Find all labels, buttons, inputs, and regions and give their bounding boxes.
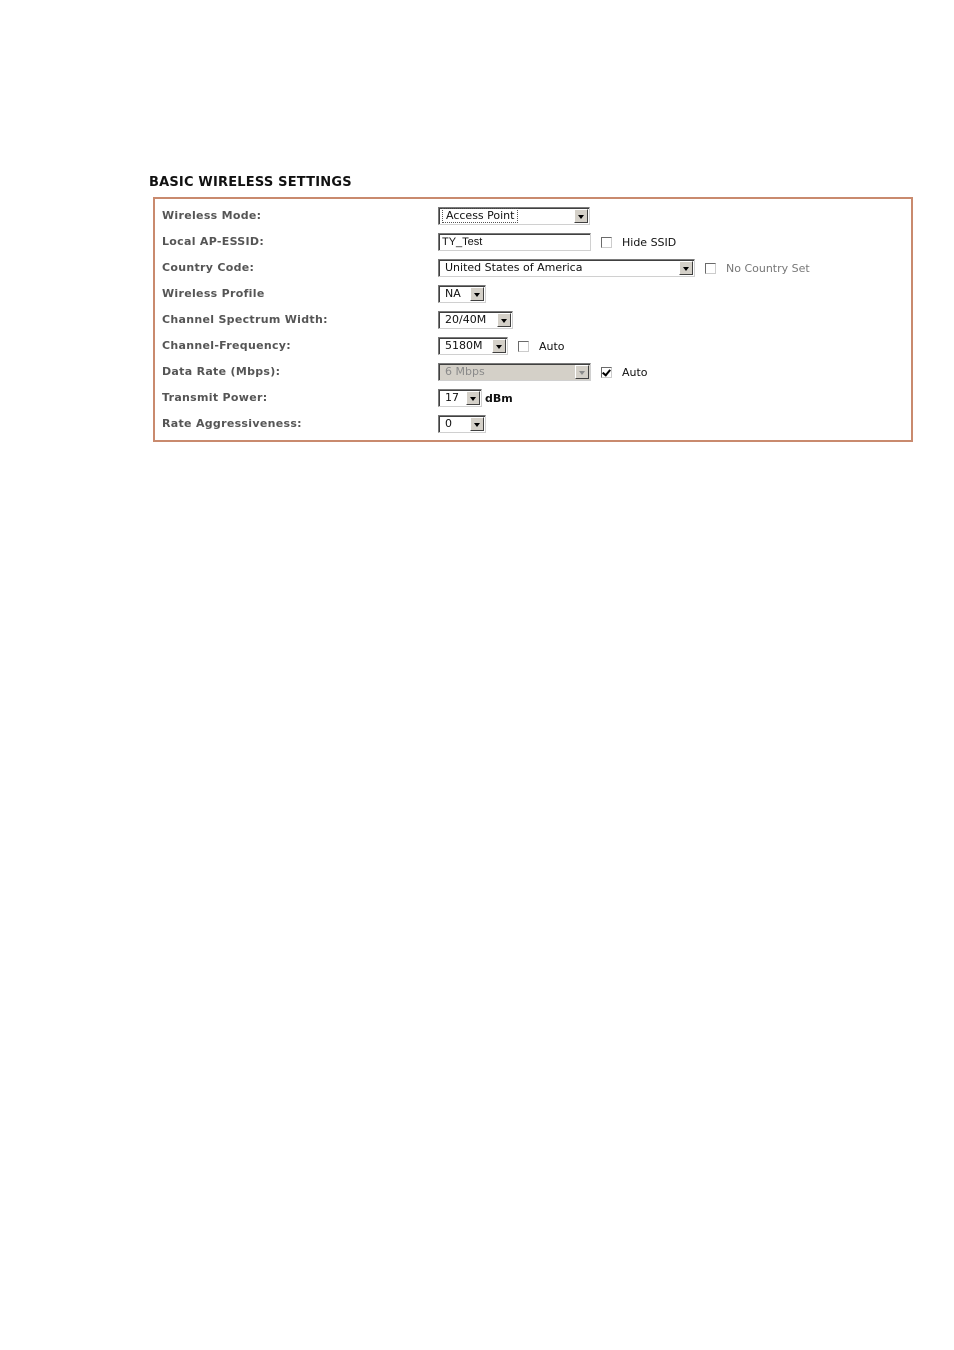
rate-aggressiveness-value: 0 (445, 417, 452, 430)
row-channel-frequency: Channel-Frequency: 5180M Auto (155, 335, 911, 359)
transmit-power-label: Transmit Power: (162, 391, 268, 404)
country-code-label: Country Code: (162, 261, 255, 274)
chevron-down-icon[interactable] (470, 287, 484, 301)
chevron-down-icon[interactable] (466, 391, 480, 405)
row-country-code: Country Code: United States of America N… (155, 257, 911, 281)
rate-aggressiveness-select[interactable]: 0 (438, 415, 486, 433)
channel-frequency-select[interactable]: 5180M (438, 337, 508, 355)
essid-input[interactable] (438, 233, 591, 251)
chevron-down-icon (575, 365, 589, 379)
wireless-mode-value: Access Point (442, 208, 519, 223)
wireless-profile-label: Wireless Profile (162, 287, 265, 300)
transmit-power-value: 17 (445, 391, 459, 404)
section-title: BASIC WIRELESS SETTINGS (149, 175, 352, 190)
transmit-power-select[interactable]: 17 (438, 389, 482, 407)
no-country-set-label: No Country Set (726, 261, 810, 275)
chevron-down-icon[interactable] (470, 417, 484, 431)
hide-ssid-label: Hide SSID (622, 235, 677, 249)
chevron-down-icon[interactable] (492, 339, 506, 353)
row-channel-width: Channel Spectrum Width: 20/40M (155, 309, 911, 333)
no-country-set-checkbox[interactable] (705, 262, 716, 274)
data-rate-select[interactable]: 6 Mbps (438, 363, 591, 381)
row-rate-aggressiveness: Rate Aggressiveness: 0 (155, 413, 911, 437)
channel-frequency-label: Channel-Frequency: (162, 339, 291, 352)
row-data-rate: Data Rate (Mbps): 6 Mbps Auto (155, 361, 911, 385)
row-transmit-power: Transmit Power: 17 dBm (155, 387, 911, 411)
hide-ssid-checkbox[interactable] (601, 236, 612, 248)
data-rate-auto-checkbox[interactable] (601, 366, 612, 378)
essid-label: Local AP-ESSID: (162, 235, 265, 248)
row-wireless-profile: Wireless Profile NA (155, 283, 911, 307)
channel-auto-checkbox[interactable] (518, 340, 529, 352)
wireless-profile-value: NA (445, 287, 461, 300)
country-code-value: United States of America (445, 261, 583, 274)
row-essid: Local AP-ESSID: Hide SSID (155, 231, 911, 255)
data-rate-auto-label: Auto (622, 365, 648, 379)
country-code-select[interactable]: United States of America (438, 259, 695, 277)
wireless-mode-label: Wireless Mode: (162, 209, 262, 222)
row-wireless-mode: Wireless Mode: Access Point (155, 205, 911, 229)
wireless-mode-select[interactable]: Access Point (438, 207, 590, 225)
chevron-down-icon[interactable] (574, 209, 588, 223)
basic-wireless-settings-panel: Wireless Mode: Access Point Local AP-ESS… (153, 197, 913, 442)
rate-aggressiveness-label: Rate Aggressiveness: (162, 417, 302, 430)
data-rate-value: 6 Mbps (445, 365, 485, 378)
channel-width-value: 20/40M (445, 313, 487, 326)
channel-width-label: Channel Spectrum Width: (162, 313, 328, 326)
channel-frequency-value: 5180M (445, 339, 483, 352)
data-rate-label: Data Rate (Mbps): (162, 365, 281, 378)
transmit-power-unit: dBm (485, 391, 513, 405)
channel-width-select[interactable]: 20/40M (438, 311, 513, 329)
wireless-profile-select[interactable]: NA (438, 285, 486, 303)
channel-auto-label: Auto (539, 339, 565, 353)
chevron-down-icon[interactable] (679, 261, 693, 275)
chevron-down-icon[interactable] (497, 313, 511, 327)
